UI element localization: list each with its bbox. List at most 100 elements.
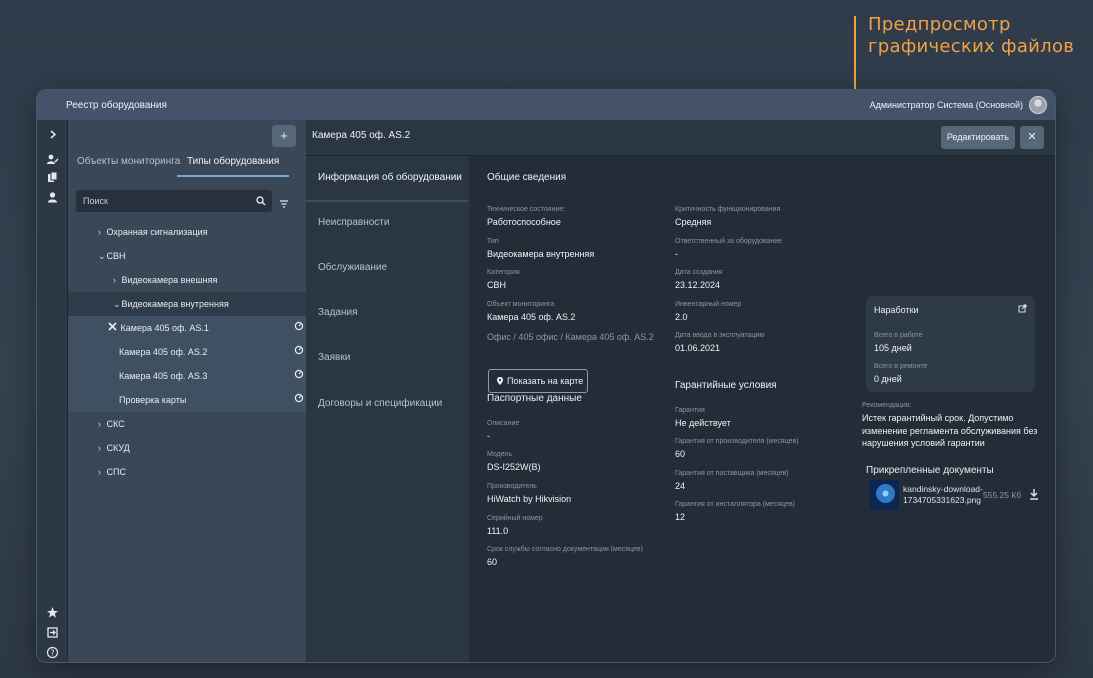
tree-node-label: Проверка карты [119,395,187,405]
category-value: СВН [487,280,507,290]
supplier-warranty-value: 24 [675,481,686,491]
criticality-value: Средняя [675,217,712,227]
tech-state-label: Техническое состояние: [487,206,566,213]
equipment-header: Камера 405 оф. AS.2 Редактировать ✕ [306,120,1055,156]
tree-node-skud[interactable]: › СКУД [68,436,306,460]
tree-node-svn[interactable]: ⌄ СВН [68,244,306,268]
commissioned-label: Дата ввода в эксплуатацию [675,332,765,339]
star-icon[interactable] [46,606,59,619]
recommendation-line-1: Истек гарантийный срок. Допустимо [862,413,1014,423]
external-link-icon[interactable] [1018,304,1027,315]
tree-node-internal-camera[interactable]: ⌄ Видеокамера внутренняя [68,292,306,316]
svg-text:?: ? [50,648,54,657]
search-input[interactable]: Поиск [76,190,272,212]
image-thumbnail[interactable] [869,480,899,510]
chevron-right-icon: › [98,467,101,477]
annotation-caption: Предпросмотр графических файлов [868,14,1074,58]
in-work-value: 105 дней [874,343,912,353]
search-icon[interactable] [256,190,266,221]
menu-item-faults[interactable]: Неисправности [318,217,389,228]
general-info-title: Общие сведения [487,172,567,183]
menu-item-requests[interactable]: Заявки [318,352,350,363]
gauge-icon[interactable] [292,340,306,364]
serial-value: 111.0 [487,526,509,536]
user-menu[interactable]: Администратор Система (Основной) [870,96,1047,114]
tree-node-label: СВН [106,251,126,261]
object-path: Офис / 405 офис / Камера 405 оф. AS.2 [487,332,654,342]
tree-node-security-alarm[interactable]: › Охранная сигнализация [68,220,306,244]
attached-documents-title: Прикрепленные документы [866,465,994,476]
maker-label: Производитель [487,483,537,490]
equipment-details: Общие сведения Техническое состояние: Ра… [469,156,1055,662]
show-on-map-button[interactable]: Показать на карте [488,369,588,393]
app-title: Реестр оборудования [66,99,167,111]
gauge-icon[interactable] [292,364,306,388]
created-value: 23.12.2024 [675,280,721,290]
tree-node-sps[interactable]: › СПС [68,460,306,484]
recommendation-label: Рекомендация: [862,402,912,409]
tree-node-external-camera[interactable]: › Видеокамера внешняя [68,268,306,292]
add-button[interactable]: + [272,125,296,147]
document-file-size: 555.25 Кб [983,490,1022,500]
installer-warranty-label: Гарантия от инсталлятора (месяцев) [675,501,795,508]
description-value: - [487,431,490,441]
responsible-label: Ответственный за оборудование [675,238,783,245]
tree-node-label: Видеокамера внешняя [121,275,218,285]
tech-state-value: Работоспособное [487,217,561,227]
chevron-down-icon: ⌄ [113,299,121,309]
tree-node-label: Видеокамера внутренняя [121,299,229,309]
menu-item-contracts[interactable]: Договоры и спецификации [318,398,442,409]
download-icon[interactable] [1029,488,1039,503]
tree-tabs: Объекты мониторинга Типы оборудования [68,153,306,179]
tree-node-camera-as1[interactable]: Камера 405 оф. AS.1 [68,316,306,340]
document-file-name[interactable]: kandinsky-download- 1734705331623.png [903,484,983,506]
menu-item-equipment-info[interactable]: Информация об оборудовании [318,172,462,183]
installer-warranty-value: 12 [675,512,686,522]
tree-node-camera-as3[interactable]: Камера 405 оф. AS.3 [68,364,306,388]
criticality-label: Критичность функционирования [675,206,781,213]
object-value: Камера 405 оф. AS.2 [487,312,576,322]
service-life-value: 60 [487,557,498,567]
edit-button[interactable]: Редактировать [940,126,1015,149]
in-repair-value: 0 дней [874,374,902,384]
gauge-icon[interactable] [292,388,306,412]
guarantee-value: Не действует [675,418,731,428]
manufacturer-warranty-value: 60 [675,449,686,459]
inventory-value: 2.0 [675,312,688,322]
avatar[interactable] [1029,96,1047,114]
icon-rail: ? [37,120,68,662]
created-label: Дата создания [675,269,723,276]
filter-icon[interactable] [279,196,289,208]
recommendation-line-3: нарушения условий гарантии [862,438,985,448]
user-name: Администратор Система (Основной) [869,100,1023,110]
uptime-card: Наработки Всего в работе 105 дней Всего … [866,296,1035,392]
tree-node-map-check[interactable]: Проверка карты [68,388,306,412]
document-file-name-line-1: kandinsky-download- [903,484,983,494]
documents-icon[interactable] [46,171,59,184]
help-icon[interactable]: ? [46,646,59,659]
tree-node-label: СКС [106,419,125,429]
description-label: Описание [487,420,520,427]
model-label: Модель [487,451,513,458]
passport-title: Паспортные данные [487,393,582,404]
menu-item-maintenance[interactable]: Обслуживание [318,262,387,273]
tree-node-sks[interactable]: › СКС [68,412,306,436]
commissioned-value: 01.06.2021 [675,343,721,353]
gauge-icon[interactable] [292,316,306,340]
maker-value: HiWatch by Hikvision [487,494,572,504]
object-label: Объект мониторинга [487,301,555,308]
person-icon[interactable] [46,191,59,204]
tab-equipment-types[interactable]: Типы оборудования [177,153,290,177]
responsible-value: - [675,249,678,259]
tree-node-label: Камера 405 оф. AS.3 [119,371,208,381]
chevron-right-icon[interactable] [46,128,59,141]
close-button[interactable]: ✕ [1020,126,1044,149]
tree-node-camera-as2[interactable]: Камера 405 оф. AS.2 [68,340,306,364]
tab-monitoring-objects[interactable]: Объекты мониторинга [77,153,180,177]
chevron-right-icon: › [98,443,101,453]
logout-icon[interactable] [46,626,59,639]
user-edit-icon[interactable] [46,153,59,166]
show-on-map-label: Показать на карте [507,376,584,386]
uptime-title: Наработки [874,305,919,315]
menu-item-tasks[interactable]: Задания [318,307,358,318]
